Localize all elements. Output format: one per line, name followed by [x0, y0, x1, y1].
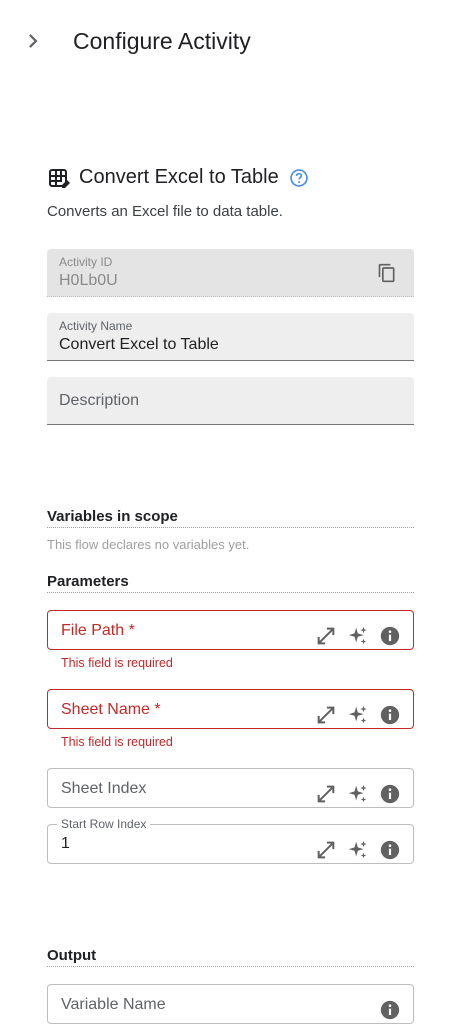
activity-id-field: Activity ID H0Lb0U	[47, 249, 414, 297]
sheet-index-label: Sheet Index	[61, 780, 147, 797]
variable-name-field[interactable]: Variable Name	[47, 984, 414, 1024]
variable-name-placeholder: Variable Name	[61, 996, 166, 1013]
expand-icon[interactable]	[315, 625, 337, 647]
file-path-field[interactable]: File Path *	[47, 610, 414, 650]
start-row-index-value: 1	[61, 835, 70, 852]
sparkle-icon[interactable]	[347, 839, 369, 861]
activity-description: Converts an Excel file to data table.	[47, 203, 283, 220]
description-field[interactable]: Description	[47, 377, 414, 425]
parameters-heading: Parameters	[47, 573, 414, 593]
sheet-name-error: This field is required	[61, 735, 173, 749]
activity-id-label: Activity ID	[59, 255, 113, 269]
expand-icon[interactable]	[315, 783, 337, 805]
sheet-name-label: Sheet Name *	[61, 701, 161, 718]
copy-icon[interactable]	[377, 263, 397, 283]
expand-icon[interactable]	[315, 839, 337, 861]
sheet-index-field[interactable]: Sheet Index	[47, 768, 414, 808]
info-icon[interactable]	[379, 704, 401, 726]
help-icon[interactable]	[289, 168, 309, 188]
sparkle-icon[interactable]	[347, 625, 369, 647]
activity-title: Convert Excel to Table	[79, 166, 279, 188]
table-edit-icon	[47, 167, 71, 191]
start-row-index-field[interactable]: Start Row Index 1	[47, 817, 414, 864]
sheet-name-field[interactable]: Sheet Name *	[47, 689, 414, 729]
info-icon[interactable]	[379, 625, 401, 647]
description-placeholder: Description	[59, 392, 140, 409]
file-path-error: This field is required	[61, 656, 173, 670]
chevron-right-icon[interactable]	[22, 30, 44, 52]
expand-icon[interactable]	[315, 704, 337, 726]
sparkle-icon[interactable]	[347, 704, 369, 726]
sparkle-icon[interactable]	[347, 783, 369, 805]
activity-name-value: Convert Excel to Table	[59, 336, 219, 353]
activity-id-value: H0Lb0U	[59, 272, 118, 289]
start-row-index-label: Start Row Index	[57, 817, 151, 831]
variables-heading: Variables in scope	[47, 508, 414, 528]
info-icon[interactable]	[379, 999, 401, 1021]
info-icon[interactable]	[379, 783, 401, 805]
page-title: Configure Activity	[73, 28, 251, 54]
file-path-label: File Path *	[61, 622, 135, 639]
variables-empty-text: This flow declares no variables yet.	[47, 537, 250, 552]
info-icon[interactable]	[379, 839, 401, 861]
activity-name-field[interactable]: Activity Name Convert Excel to Table	[47, 313, 414, 361]
activity-name-label: Activity Name	[59, 319, 133, 333]
output-heading: Output	[47, 947, 414, 967]
